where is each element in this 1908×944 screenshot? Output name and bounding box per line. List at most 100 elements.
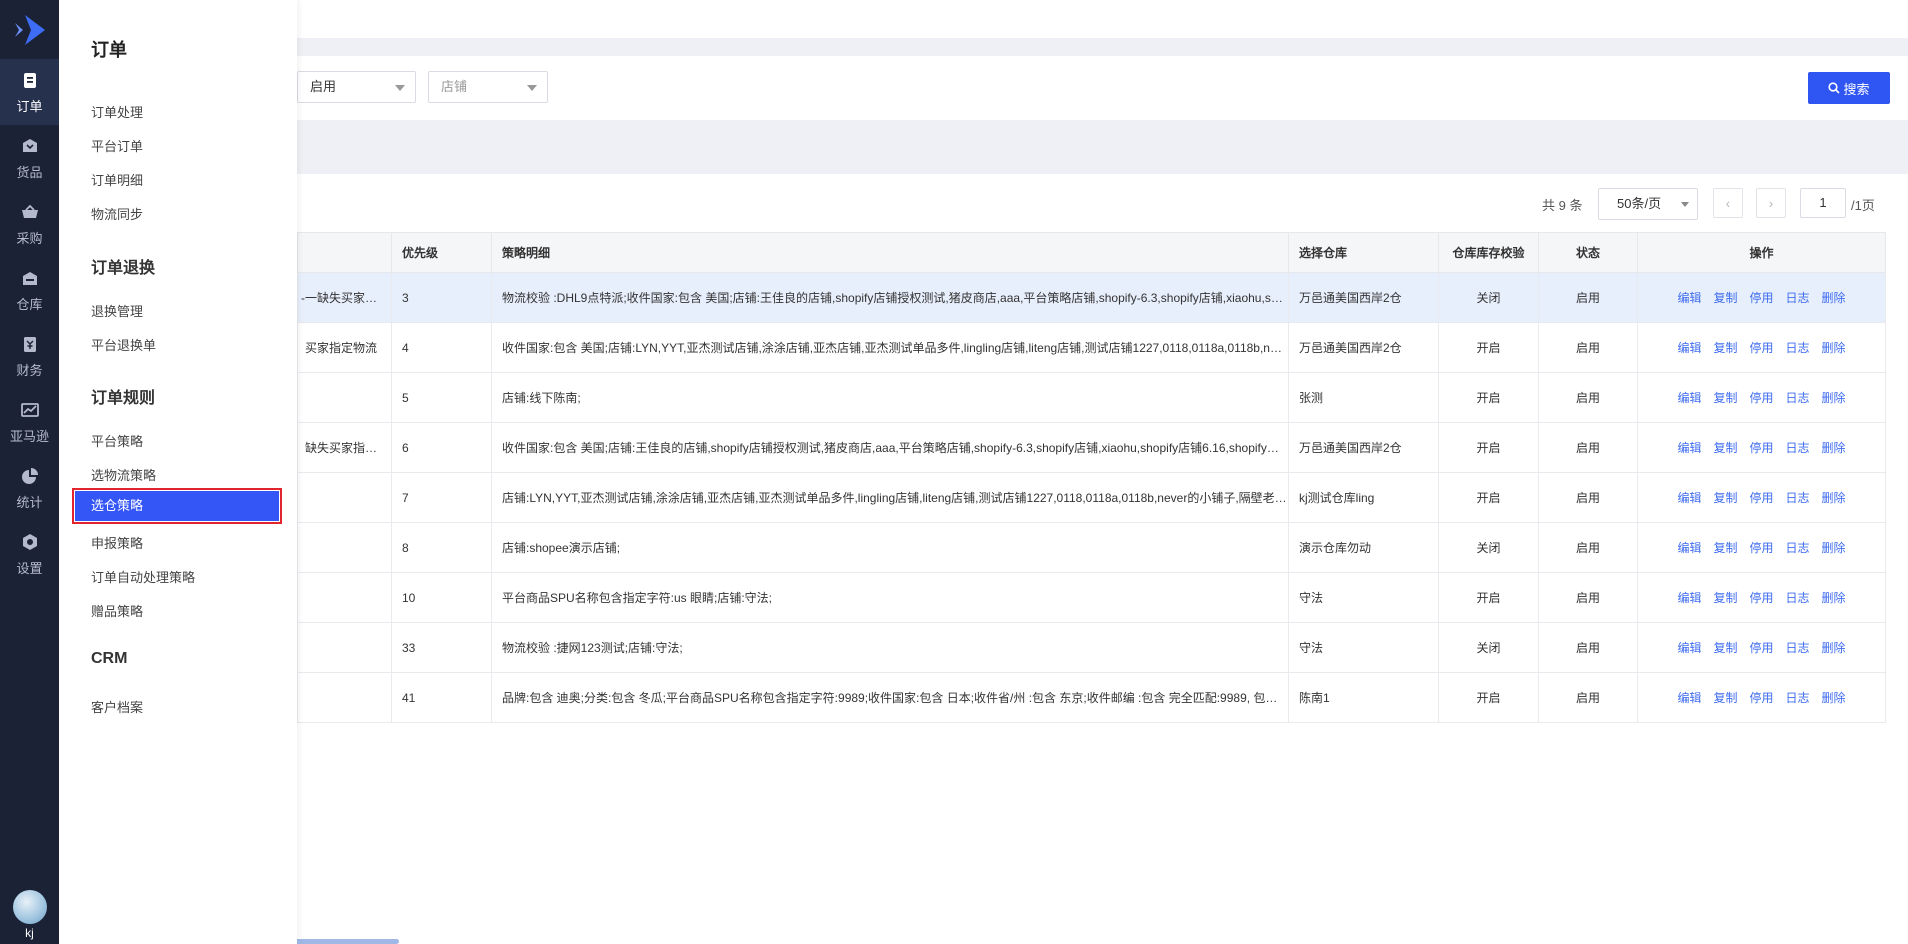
log-link[interactable]: 日志 [1786, 291, 1810, 305]
log-link[interactable]: 日志 [1786, 441, 1810, 455]
log-link[interactable]: 日志 [1786, 541, 1810, 555]
cell-priority: 8 [391, 522, 492, 573]
edit-link[interactable]: 编辑 [1677, 541, 1701, 555]
disable-link[interactable]: 停用 [1749, 691, 1773, 705]
table-row[interactable]: -一缺失买家… 3 物流校验 :DHL9点特派;收件国家:包含 美国;店铺:王佳良的… [297, 272, 1886, 323]
page-number-input[interactable]: 1 [1800, 188, 1846, 218]
cell-actions: 编辑 复制 停用 日志 删除 [1637, 672, 1886, 723]
edit-link[interactable]: 编辑 [1677, 591, 1701, 605]
search-icon [1828, 82, 1841, 94]
col-warehouse-header: 选择仓库 [1288, 232, 1439, 273]
edit-link[interactable]: 编辑 [1677, 291, 1701, 305]
copy-link[interactable]: 复制 [1713, 441, 1737, 455]
delete-link[interactable]: 删除 [1822, 591, 1846, 605]
copy-link[interactable]: 复制 [1713, 691, 1737, 705]
nav-item-goods[interactable]: 货品 [0, 125, 59, 191]
copy-link[interactable]: 复制 [1713, 341, 1737, 355]
next-page-button[interactable]: › [1756, 188, 1786, 218]
search-button[interactable]: 搜索 [1808, 72, 1890, 104]
nav-item-warehouse[interactable]: 仓库 [0, 257, 59, 323]
edit-link[interactable]: 编辑 [1677, 641, 1701, 655]
menu-item-order-processing[interactable]: 订单处理 [91, 102, 143, 121]
table-header-row: 优先级 策略明细 选择仓库 仓库库存校验 状态 操作 [297, 232, 1886, 273]
disable-link[interactable]: 停用 [1749, 391, 1773, 405]
disable-link[interactable]: 停用 [1749, 541, 1773, 555]
cell-actions: 编辑 复制 停用 日志 删除 [1637, 522, 1886, 573]
cell-priority: 7 [391, 472, 492, 523]
menu-item-declaration-strategy[interactable]: 申报策略 [91, 533, 143, 552]
delete-link[interactable]: 删除 [1822, 341, 1846, 355]
cell-status: 启用 [1538, 422, 1638, 473]
delete-link[interactable]: 删除 [1822, 641, 1846, 655]
edit-link[interactable]: 编辑 [1677, 341, 1701, 355]
log-link[interactable]: 日志 [1786, 641, 1810, 655]
delete-link[interactable]: 删除 [1822, 441, 1846, 455]
nav-item-purchase[interactable]: 采购 [0, 191, 59, 257]
delete-link[interactable]: 删除 [1822, 391, 1846, 405]
nav-item-pie-chart[interactable]: 统计 [0, 455, 59, 521]
menu-item-platform-orders[interactable]: 平台订单 [91, 136, 143, 155]
copy-link[interactable]: 复制 [1713, 291, 1737, 305]
edit-link[interactable]: 编辑 [1677, 441, 1701, 455]
menu-item-customer-profiles[interactable]: 客户档案 [91, 697, 143, 716]
menu-item-auto-process-strategy[interactable]: 订单自动处理策略 [91, 567, 195, 586]
nav-item-amazon-chart[interactable]: 亚马逊 [0, 389, 59, 455]
menu-item-order-details[interactable]: 订单明细 [91, 170, 143, 189]
delete-link[interactable]: 删除 [1822, 491, 1846, 505]
copy-link[interactable]: 复制 [1713, 541, 1737, 555]
cell-detail: 店铺:线下陈南; [491, 372, 1289, 423]
disable-link[interactable]: 停用 [1749, 591, 1773, 605]
menu-item-platform-strategy[interactable]: 平台策略 [91, 431, 143, 450]
menu-item-returns-management[interactable]: 退换管理 [91, 301, 143, 320]
edit-link[interactable]: 编辑 [1677, 691, 1701, 705]
copy-link[interactable]: 复制 [1713, 491, 1737, 505]
nav-item-finance[interactable]: 财务 [0, 323, 59, 389]
prev-page-button[interactable]: ‹ [1713, 188, 1743, 218]
menu-item-warehouse-strategy[interactable]: 选仓策略 [72, 488, 282, 524]
table-row[interactable]: 买家指定物流 4 收件国家:包含 美国;店铺:LYN,YYT,亚杰测试店铺,涂涂店铺… [297, 322, 1886, 373]
nav-item-label: 统计 [16, 494, 43, 510]
page-size-select[interactable]: 50条/页 [1598, 188, 1698, 220]
cell-status: 启用 [1538, 622, 1638, 673]
edit-link[interactable]: 编辑 [1677, 391, 1701, 405]
user-profile[interactable]: kj [0, 890, 59, 940]
log-link[interactable]: 日志 [1786, 491, 1810, 505]
table-row[interactable]: 缺失买家指… 6 收件国家:包含 美国;店铺:王佳良的店铺,shopify店铺授权测… [297, 422, 1886, 473]
shop-select[interactable]: 店铺 [428, 71, 548, 103]
copy-link[interactable]: 复制 [1713, 591, 1737, 605]
edit-link[interactable]: 编辑 [1677, 491, 1701, 505]
menu-item-logistics-strategy[interactable]: 选物流策略 [91, 465, 156, 484]
cell-status: 启用 [1538, 472, 1638, 523]
table-row[interactable]: 8 店铺:shopee演示店铺; 演示仓库勿动 关闭 启用 编辑 复制 停用 日志 删除 [297, 522, 1886, 573]
log-link[interactable]: 日志 [1786, 341, 1810, 355]
cell-status: 启用 [1538, 572, 1638, 623]
disable-link[interactable]: 停用 [1749, 341, 1773, 355]
disable-link[interactable]: 停用 [1749, 291, 1773, 305]
table-row[interactable]: 7 店铺:LYN,YYT,亚杰测试店铺,涂涂店铺,亚杰店铺,亚杰测试单品多件,li… [297, 472, 1886, 523]
disable-link[interactable]: 停用 [1749, 491, 1773, 505]
table-row[interactable]: 41 品牌:包含 迪奥;分类:包含 冬瓜;平台商品SPU名称包含指定字符:9989… [297, 672, 1886, 723]
disable-link[interactable]: 停用 [1749, 441, 1773, 455]
menu-item-logistics-sync[interactable]: 物流同步 [91, 204, 143, 223]
delete-link[interactable]: 删除 [1822, 691, 1846, 705]
nav-item-settings[interactable]: 设置 [0, 521, 59, 587]
cell-priority: 4 [391, 322, 492, 373]
table-row[interactable]: 33 物流校验 :捷网123测试;店铺:守法; 守法 关闭 启用 编辑 复制 停用 日志 删除 [297, 622, 1886, 673]
log-link[interactable]: 日志 [1786, 391, 1810, 405]
menu-item-platform-returns[interactable]: 平台退换单 [91, 335, 156, 354]
status-select[interactable]: 启用 [297, 71, 416, 103]
copy-link[interactable]: 复制 [1713, 641, 1737, 655]
menu-item-gift-strategy[interactable]: 赠品策略 [91, 601, 143, 620]
app-logo[interactable] [0, 0, 59, 59]
delete-link[interactable]: 删除 [1822, 541, 1846, 555]
log-link[interactable]: 日志 [1786, 591, 1810, 605]
delete-link[interactable]: 删除 [1822, 291, 1846, 305]
copy-link[interactable]: 复制 [1713, 391, 1737, 405]
cell-detail: 店铺:LYN,YYT,亚杰测试店铺,涂涂店铺,亚杰店铺,亚杰测试单品多件,lin… [491, 472, 1289, 523]
table-row[interactable]: 10 平台商品SPU名称包含指定字符:us 眼睛;店铺:守法; 守法 开启 启用 编辑 复制… [297, 572, 1886, 623]
nav-item-order[interactable]: 订单 [0, 59, 59, 125]
table-row[interactable]: 5 店铺:线下陈南; 张测 开启 启用 编辑 复制 停用 日志 删除 [297, 372, 1886, 423]
disable-link[interactable]: 停用 [1749, 641, 1773, 655]
log-link[interactable]: 日志 [1786, 691, 1810, 705]
cell-stock-check: 关闭 [1438, 522, 1539, 573]
